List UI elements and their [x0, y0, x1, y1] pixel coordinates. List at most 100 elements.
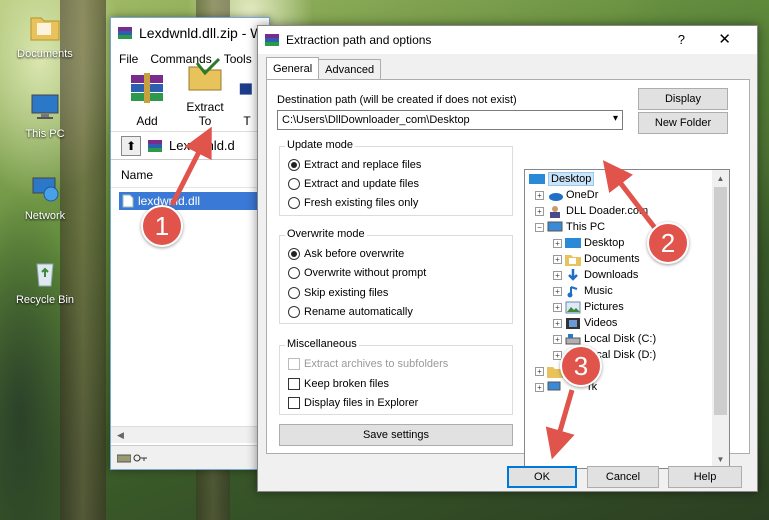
tree-node-local-disk-c[interactable]: + Local Disk (C:)	[553, 331, 656, 347]
new-folder-button[interactable]: New Folder	[638, 112, 728, 134]
expand-icon[interactable]: +	[553, 254, 562, 264]
expand-icon[interactable]: +	[553, 270, 562, 280]
computer-icon	[31, 94, 59, 119]
checkbox[interactable]	[288, 397, 300, 409]
dialog-titlebar[interactable]: Extraction path and options ? ✕	[258, 26, 757, 54]
desktop-icon-documents[interactable]: Documents	[10, 12, 80, 60]
tree-node-downloads[interactable]: + Downloads	[553, 267, 638, 283]
close-icon[interactable]: ✕	[718, 30, 731, 48]
tree-node-documents[interactable]: + Documents	[553, 251, 640, 267]
tree-node-desktop[interactable]: Desktop	[529, 171, 595, 187]
scroll-up-icon[interactable]: ▲	[712, 170, 729, 187]
update-mode-group: Update mode Extract and replace files Ex…	[279, 139, 513, 216]
radio-unselected[interactable]	[288, 306, 300, 318]
desktop-icon-this-pc[interactable]: This PC	[10, 92, 80, 140]
up-one-level-button[interactable]: ⬆	[121, 135, 141, 156]
desktop-icon-recycle-bin[interactable]: Recycle Bin	[10, 258, 80, 306]
destination-path-label: Destination path (will be created if doe…	[277, 94, 517, 106]
radio-fresh-existing[interactable]: Fresh existing files only	[288, 197, 418, 209]
file-row[interactable]: lexdwnld.dll	[119, 192, 259, 210]
expand-icon[interactable]: +	[535, 366, 544, 376]
winrar-window: Lexdwnld.dll.zip - W File Commands Tools…	[110, 17, 270, 470]
tree-vertical-scrollbar[interactable]: ▲ ▼	[712, 170, 729, 468]
collapse-icon[interactable]: −	[535, 222, 544, 232]
add-label: Add	[136, 114, 158, 128]
radio-unselected[interactable]	[288, 178, 300, 190]
radio-extract-update[interactable]: Extract and update files	[288, 178, 419, 190]
checkbox-disabled	[288, 358, 300, 370]
menu-file[interactable]: File	[119, 52, 138, 66]
extract-folder-icon	[188, 57, 222, 91]
expand-icon[interactable]: +	[553, 238, 562, 248]
tab-advanced[interactable]: Advanced	[318, 59, 382, 79]
desktop-folder-icon	[565, 237, 581, 248]
desktop-folder-icon	[529, 173, 545, 184]
miscellaneous-group: Miscellaneous Extract archives to subfol…	[279, 338, 513, 415]
user-icon	[550, 205, 560, 218]
chevron-down-icon[interactable]: ▾	[613, 113, 618, 124]
radio-unselected[interactable]	[288, 197, 300, 209]
expand-icon[interactable]: +	[553, 302, 562, 312]
save-settings-button[interactable]: Save settings	[279, 424, 513, 446]
tree-node-music[interactable]: + Music	[553, 283, 613, 299]
expand-icon[interactable]: +	[553, 318, 562, 328]
column-header-name[interactable]: Name	[111, 162, 269, 188]
destination-path-value: C:\Users\DllDownloader_com\Desktop	[282, 114, 470, 126]
checkbox-keep-broken[interactable]: Keep broken files	[288, 378, 389, 390]
checkbox-display-explorer[interactable]: Display files in Explorer	[288, 397, 418, 409]
film-icon	[566, 317, 580, 329]
display-button[interactable]: Display	[638, 88, 728, 110]
tree-label: Videos	[584, 317, 618, 329]
option-label: Keep broken files	[304, 378, 389, 390]
desktop-icon-network[interactable]: Network	[10, 174, 80, 222]
expand-icon[interactable]: +	[553, 334, 562, 344]
radio-ask-before[interactable]: Ask before overwrite	[288, 248, 404, 260]
miscellaneous-title: Miscellaneous	[285, 338, 359, 350]
radio-selected[interactable]	[288, 159, 300, 171]
radio-extract-replace[interactable]: Extract and replace files	[288, 159, 421, 171]
scroll-thumb[interactable]	[714, 187, 727, 415]
desktop-icon-label: Documents	[17, 48, 73, 60]
scroll-left-icon[interactable]: ◀	[117, 430, 124, 441]
radio-skip-existing[interactable]: Skip existing files	[288, 287, 388, 299]
archive-books-icon	[131, 73, 163, 103]
tree-node-user[interactable]: + DLL Do ader.com	[535, 203, 648, 219]
address-text: Lexdwnld.d	[169, 138, 235, 153]
winrar-title: Lexdwnld.dll.zip - W	[139, 25, 264, 41]
radio-unselected[interactable]	[288, 267, 300, 279]
dll-file-icon	[122, 194, 134, 208]
destination-path-combobox[interactable]: C:\Users\DllDownloader_com\Desktop ▾	[277, 110, 623, 130]
overwrite-mode-group: Overwrite mode Ask before overwrite Over…	[279, 228, 513, 324]
help-icon[interactable]: ?	[678, 32, 685, 47]
pictures-folder-icon	[565, 301, 581, 313]
expand-icon[interactable]: +	[535, 382, 544, 392]
folder-tree[interactable]: Desktop + OneDr + DLL Do ader.com − This PC …	[524, 169, 730, 469]
expand-icon[interactable]: +	[553, 286, 562, 296]
tree-node-videos[interactable]: + Videos	[553, 315, 617, 331]
extract-to-button[interactable]: Extract To	[181, 57, 229, 131]
radio-rename-auto[interactable]: Rename automatically	[288, 306, 413, 318]
checkbox[interactable]	[288, 378, 300, 390]
option-label: Display files in Explorer	[304, 397, 419, 409]
tree-node-pc-desktop[interactable]: + Desktop	[553, 235, 624, 251]
tree-node-pictures[interactable]: + Pictures	[553, 299, 624, 315]
test-button[interactable]: T	[239, 71, 255, 131]
cancel-button[interactable]: Cancel	[587, 466, 659, 488]
tree-node-onedrive[interactable]: + OneDr	[535, 187, 598, 203]
tab-general[interactable]: General	[266, 57, 320, 79]
step-badge-3: 3	[560, 345, 602, 387]
radio-selected[interactable]	[288, 248, 300, 260]
radio-overwrite-without[interactable]: Overwrite without prompt	[288, 267, 426, 279]
radio-unselected[interactable]	[288, 287, 300, 299]
winrar-titlebar[interactable]: Lexdwnld.dll.zip - W	[111, 18, 269, 48]
ok-button[interactable]: OK	[507, 466, 577, 488]
expand-icon[interactable]: +	[535, 190, 544, 200]
winrar-status-bar	[111, 445, 269, 469]
step-badge-2: 2	[647, 222, 689, 264]
network-icon	[547, 381, 561, 390]
add-button[interactable]: Add	[123, 71, 171, 131]
help-button[interactable]: Help	[668, 466, 742, 488]
horizontal-scrollbar[interactable]: ◀	[111, 426, 269, 443]
expand-icon[interactable]: +	[535, 206, 544, 216]
tree-node-this-pc[interactable]: − This PC	[535, 219, 605, 235]
